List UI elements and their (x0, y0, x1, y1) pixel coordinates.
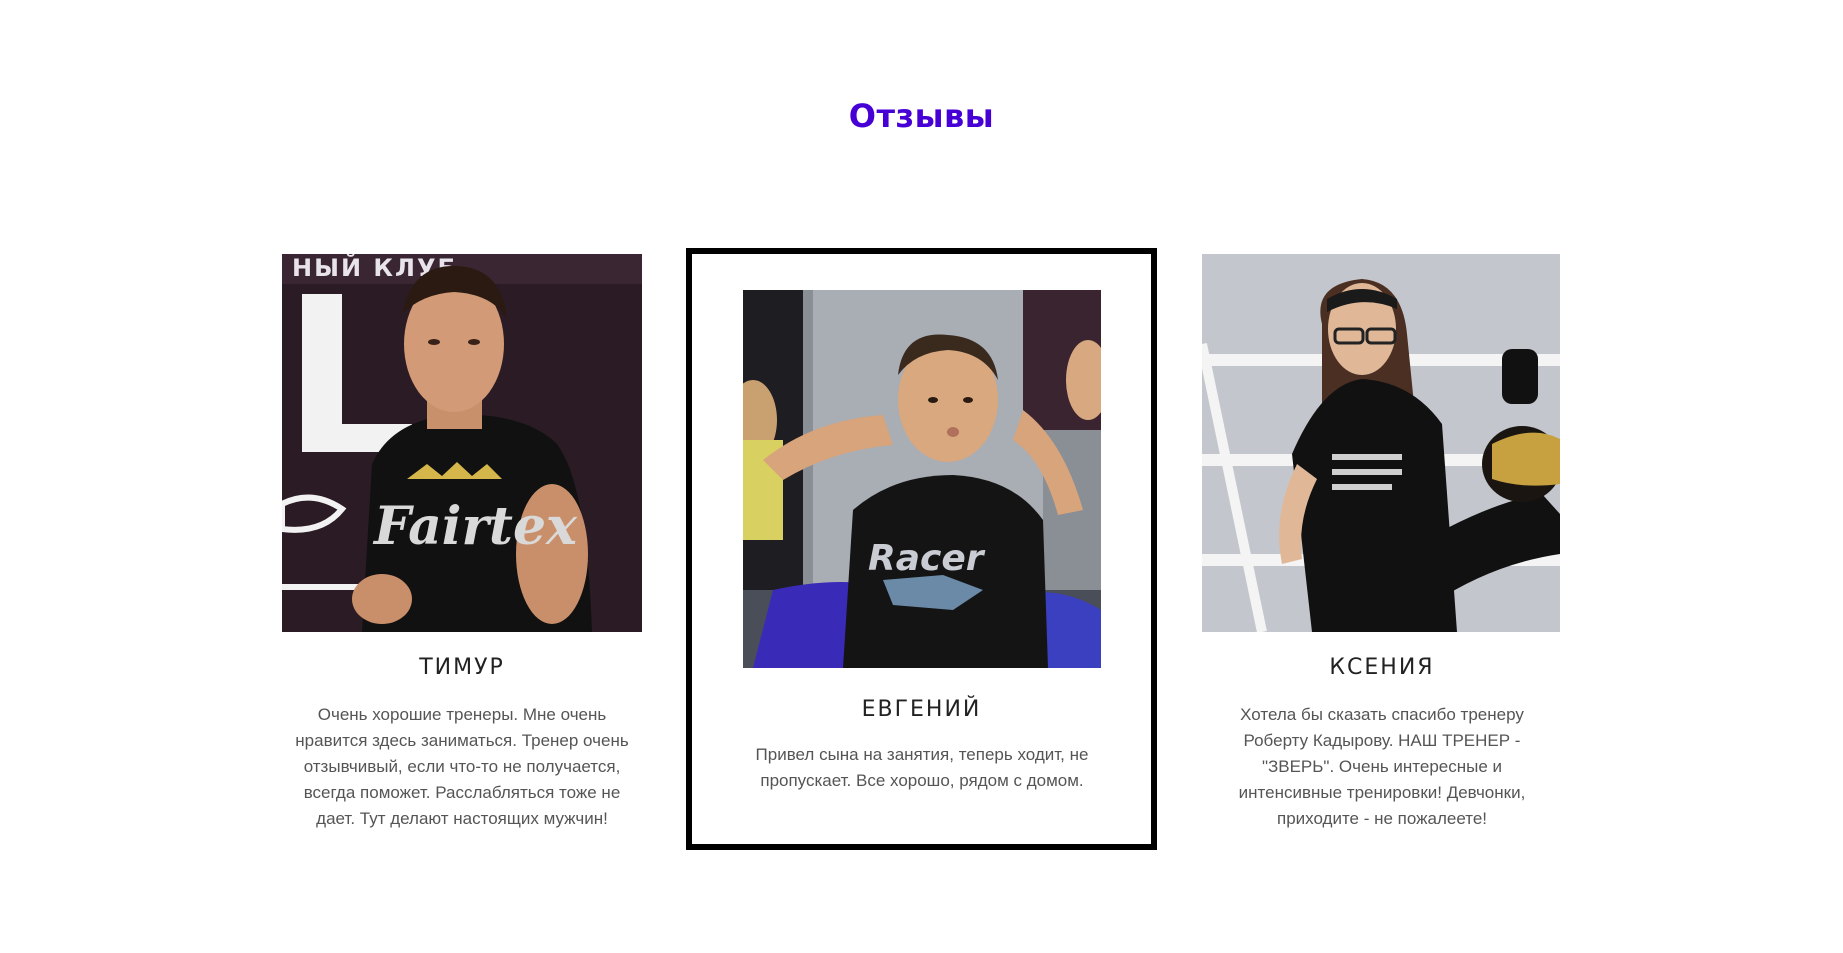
shirt-print-text: Racer (868, 538, 986, 579)
reviewer-name: ЕВГЕНИЙ (861, 697, 982, 722)
reviews-section: Отзывы НЫЙ КЛУБ Fairtex ТИМУР Очень хоро… (0, 0, 1843, 953)
photo-illustration-kseniya (1202, 254, 1560, 632)
shirt-print-text: Fairtex (372, 496, 578, 557)
review-card-kseniya[interactable]: КСЕНИЯ Хотела бы сказать спасибо тренеру… (1202, 254, 1562, 854)
reviewer-photo (1202, 254, 1560, 632)
section-title: Отзывы (848, 97, 995, 135)
review-card-timur[interactable]: НЫЙ КЛУБ Fairtex ТИМУР Очень хорошие тре… (282, 254, 642, 854)
reviewer-name: КСЕНИЯ (1329, 655, 1435, 680)
photo-illustration-evgeniy: Racer (743, 290, 1101, 668)
review-text: Привел сына на занятия, теперь ходит, не… (755, 745, 1089, 790)
review-card-evgeniy[interactable]: Racer ЕВГЕНИЙ Привел сына на занятия, те… (686, 248, 1157, 850)
review-text: Хотела бы сказать спасибо тренеру Роберт… (1238, 705, 1526, 828)
photo-illustration-timur: НЫЙ КЛУБ Fairtex (282, 254, 642, 632)
reviewer-name: ТИМУР (419, 655, 505, 680)
reviewer-photo: НЫЙ КЛУБ Fairtex (282, 254, 642, 632)
reviewer-photo: Racer (743, 290, 1101, 668)
review-text: Очень хорошие тренеры. Мне очень нравитс… (295, 705, 629, 828)
